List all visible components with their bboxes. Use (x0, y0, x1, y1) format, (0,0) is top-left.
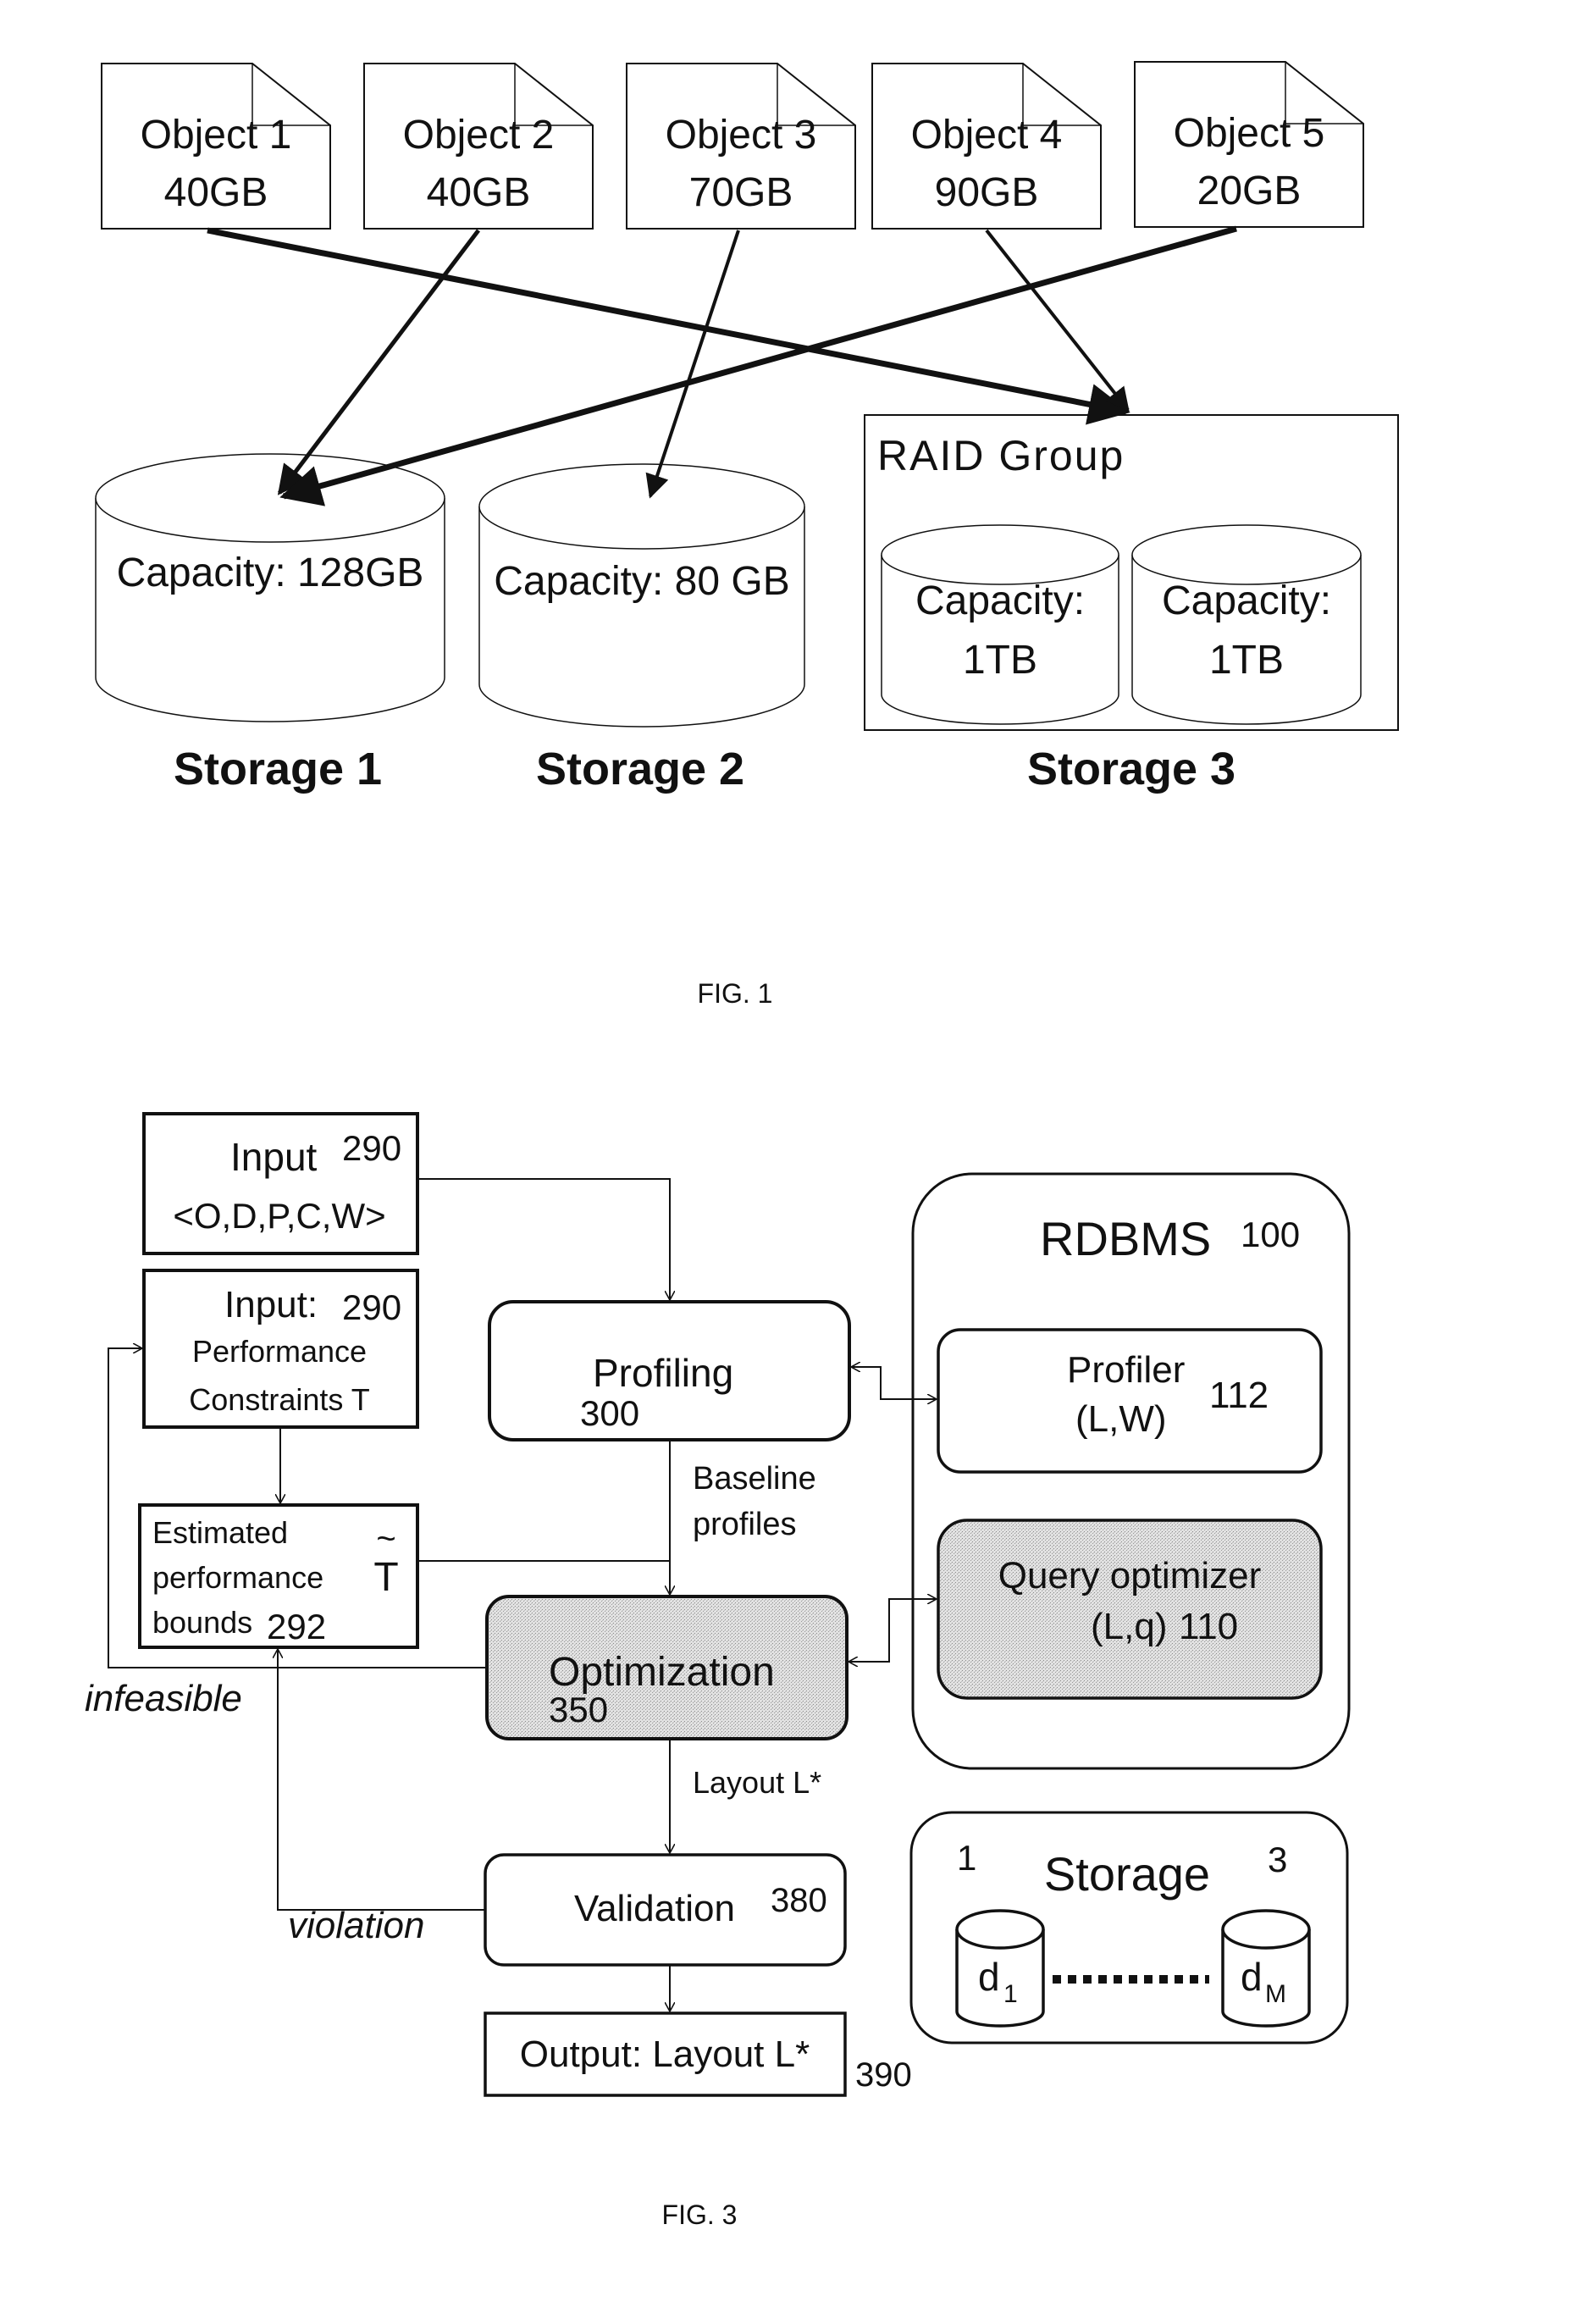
input-ref: 290 (342, 1128, 401, 1168)
object-1-size: 40GB (164, 170, 268, 215)
t-tilde-symbol: T (373, 1555, 398, 1600)
validation-label: Validation (574, 1888, 735, 1929)
query-optimizer-label: Query optimizer (998, 1555, 1262, 1596)
estimated-line2: performance (152, 1560, 323, 1595)
object-5-name: Object 5 (1174, 111, 1325, 156)
disk-dm-icon: d M (1221, 1909, 1311, 2028)
raid-disk-1: Capacity: 1TB (881, 524, 1119, 725)
query-optimizer-ref: 110 (1179, 1606, 1238, 1647)
optimization-label: Optimization (549, 1650, 775, 1695)
input-constraints-line2: Constraints T (189, 1382, 369, 1417)
input-value: <O,D,P,C,W> (173, 1196, 385, 1236)
t-tilde-icon: ~ (376, 1520, 395, 1558)
input-constraints-title: Input: (224, 1284, 318, 1325)
estimated-line1: Estimated (152, 1515, 288, 1550)
baseline-profiles-line2: profiles (693, 1507, 797, 1542)
storage-2-label: Storage 2 (536, 744, 744, 794)
fig3: Input 290 <O,D,P,C,W> Input: 290 Perform… (85, 1112, 1351, 2230)
validation-box: Validation 380 (484, 1853, 847, 1967)
raid-disk-2: Capacity: 1TB (1131, 524, 1362, 725)
profiling-box: Profiling 300 (488, 1300, 851, 1441)
optimization-box: Optimization 350 (485, 1595, 849, 1740)
arrow-object2-to-storage1 (277, 229, 480, 495)
profiler-box: Profiler (L,W) 112 (937, 1328, 1323, 1474)
storage-2-capacity: Capacity: 80 GB (494, 559, 790, 604)
arrow-object4-to-storage3 (985, 229, 1130, 412)
input-constraints-ref: 290 (342, 1287, 401, 1327)
raid-disk-1-capacity-value: 1TB (963, 638, 1037, 683)
storage-1-capacity: Capacity: 128GB (117, 551, 424, 595)
storage-1-cylinder: Capacity: 128GB (95, 453, 445, 722)
rdbms-label: RDBMS (1040, 1212, 1211, 1265)
object-3-size: 70GB (689, 170, 793, 215)
object-5-document: Object 5 20GB (1134, 61, 1364, 228)
estimated-ref: 292 (267, 1607, 326, 1646)
raid-disk-1-capacity-label: Capacity: (915, 578, 1085, 623)
storage-right-number: 3 (1268, 1840, 1287, 1879)
query-optimizer-box: Query optimizer (L,q) 110 (937, 1519, 1323, 1700)
output-ref: 390 (855, 2056, 912, 2094)
disk-d1-icon: d 1 (955, 1909, 1045, 2028)
edge-violation-loop (278, 1649, 485, 1911)
baseline-profiles-line1: Baseline (693, 1461, 816, 1497)
profiling-label: Profiling (593, 1351, 733, 1395)
output-box: Output: Layout L* 390 (484, 2011, 912, 2097)
optimization-ref: 350 (549, 1690, 608, 1729)
object-4-document: Object 4 90GB (871, 63, 1102, 230)
input-box: Input 290 <O,D,P,C,W> (142, 1112, 419, 1255)
input-constraints-line1: Performance (192, 1334, 367, 1369)
storage-title: Storage (1044, 1847, 1210, 1901)
output-label: Output: Layout L* (520, 2034, 810, 2075)
rdbms-ref: 100 (1241, 1215, 1300, 1254)
profiling-ref: 300 (580, 1393, 639, 1433)
raid-group-title: RAID Group (877, 432, 1125, 479)
storage-left-number: 1 (957, 1838, 976, 1878)
disk-dm-subscript: M (1265, 1980, 1286, 2008)
disk-d1-subscript: 1 (1003, 1980, 1018, 2008)
estimated-bounds-box: Estimated performance bounds 292 ~ T (138, 1503, 419, 1649)
storage-container: 1 Storage 3 d 1 d M (909, 1811, 1349, 2045)
object-4-name: Object 4 (911, 113, 1063, 158)
estimated-line3: bounds (152, 1605, 252, 1640)
fig3-caption: FIG. 3 (662, 2200, 738, 2230)
validation-ref: 380 (771, 1882, 827, 1919)
profiler-label: Profiler (1067, 1349, 1185, 1391)
input-title: Input (230, 1135, 318, 1179)
storage-3-label: Storage 3 (1027, 744, 1235, 794)
patent-figures: Object 1 40GB Object 2 40GB Object 3 70G… (85, 61, 1399, 2230)
infeasible-label: infeasible (85, 1678, 242, 1719)
query-optimizer-args: (L,q) (1091, 1606, 1167, 1647)
edge-input-to-profiling (417, 1178, 670, 1300)
object-2-document: Object 2 40GB (363, 63, 594, 230)
object-1-document: Object 1 40GB (101, 63, 331, 230)
fig1: Object 1 40GB Object 2 40GB Object 3 70G… (95, 61, 1399, 1009)
fig1-caption: FIG. 1 (698, 978, 773, 1009)
arrow-object3-to-storage2 (645, 230, 740, 499)
object-4-size: 90GB (935, 170, 1039, 215)
profiler-ref: 112 (1209, 1375, 1269, 1416)
violation-label: violation (288, 1905, 424, 1946)
storage-1-label: Storage 1 (174, 744, 382, 794)
storage-2-cylinder: Capacity: 80 GB (478, 463, 805, 728)
profiler-args: (L,W) (1075, 1398, 1167, 1440)
rdbms-container: RDBMS 100 Profiler (L,W) 112 Query optim… (911, 1172, 1351, 1770)
object-3-document: Object 3 70GB (626, 63, 856, 230)
disk-d1-label: d (978, 1955, 1000, 1999)
object-2-size: 40GB (427, 170, 531, 215)
raid-group-box: RAID Group Capacity: 1TB Capacity: 1TB (864, 414, 1399, 731)
disk-dm-label: d (1241, 1955, 1263, 1999)
raid-disk-2-capacity-value: 1TB (1209, 638, 1284, 683)
object-3-name: Object 3 (666, 113, 817, 158)
input-constraints-box: Input: 290 Performance Constraints T (142, 1269, 419, 1429)
raid-disk-2-capacity-label: Capacity: (1162, 578, 1331, 623)
object-5-size: 20GB (1197, 169, 1302, 213)
object-1-name: Object 1 (141, 113, 292, 158)
object-2-name: Object 2 (403, 113, 555, 158)
arrow-object1-to-storage3 (207, 227, 1130, 425)
layout-edge-label: Layout L* (693, 1765, 821, 1800)
